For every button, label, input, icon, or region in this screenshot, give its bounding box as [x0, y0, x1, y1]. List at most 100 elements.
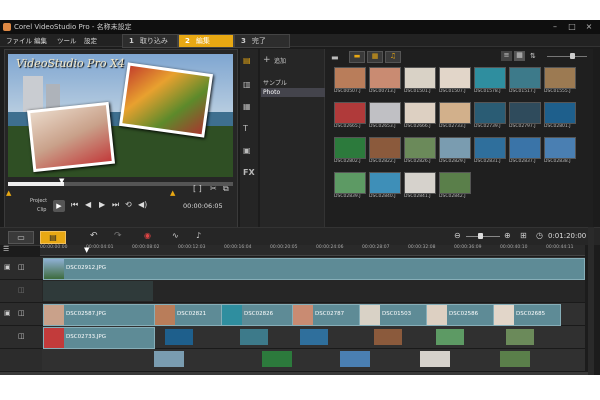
menu-edit[interactable]: 編集	[34, 35, 47, 45]
previous-frame-button[interactable]: ◀	[85, 200, 91, 209]
sort-icon[interactable]: ⇅	[530, 52, 536, 60]
media-thumbnail[interactable]: DSC02653.J	[369, 102, 403, 129]
menu-file[interactable]: ファイル	[6, 35, 32, 45]
media-thumbnail[interactable]: DSC02840.J	[369, 172, 403, 199]
media-thumbnail[interactable]: DSC02797.J	[509, 102, 543, 129]
auto-music-icon[interactable]: ♪	[196, 231, 201, 240]
timeline-clip[interactable]: DSC02821	[154, 304, 222, 326]
storyboard-view-button[interactable]: ▭	[8, 231, 34, 244]
timeline-clip[interactable]	[500, 351, 530, 367]
track-visibility-icon[interactable]: ◫	[18, 332, 25, 340]
timeline-clip[interactable]	[300, 329, 328, 345]
preview-timecode[interactable]: 00:00:06:05	[183, 202, 223, 210]
timeline-clip[interactable]	[436, 329, 464, 345]
enlarge-icon[interactable]: ⧉	[223, 184, 229, 194]
timeline-clip[interactable]	[240, 329, 268, 345]
trim-end-icon[interactable]: ▲	[170, 189, 175, 197]
track-visibility-icon[interactable]: ◫	[18, 309, 25, 317]
media-thumbnail[interactable]: DSC02666.J	[404, 102, 438, 129]
video-track-icon[interactable]: ▣	[4, 263, 11, 271]
media-thumbnail[interactable]: DSC02665.J	[334, 102, 368, 129]
project-duration[interactable]: 0:01:20:00	[548, 232, 586, 240]
media-thumbnail[interactable]: DSC01555.J	[544, 67, 578, 94]
timeline-ruler[interactable]: 00:00:00:00 00:00:04:01 00:00:08:02 00:00:1…	[40, 245, 585, 256]
next-frame-button[interactable]: ▶	[99, 200, 105, 209]
list-view-icon[interactable]: ≡	[501, 51, 512, 61]
timeline-scrollbar[interactable]	[588, 227, 594, 375]
overlay-track-icon[interactable]: ▣	[4, 309, 11, 317]
audio-filter-icon[interactable]: ♫	[385, 51, 401, 63]
sound-mixer-icon[interactable]: ∿	[172, 231, 179, 240]
media-thumbnail[interactable]: DSC01578.J	[474, 67, 508, 94]
undo-icon[interactable]: ↶	[90, 231, 98, 241]
timeline-clip[interactable]: DSC02826	[221, 304, 293, 326]
timeline-playhead-icon[interactable]: ▼	[84, 246, 89, 254]
cut-icon[interactable]: ✂	[210, 184, 217, 193]
track-visibility-icon[interactable]: ◫	[18, 263, 25, 271]
media-thumbnail[interactable]: DSC02841.J	[404, 172, 438, 199]
media-thumbnail[interactable]: DSC01517.J	[509, 67, 543, 94]
media-thumbnail[interactable]: DSC01501.J	[404, 67, 438, 94]
media-thumbnail[interactable]: DSC02733.J	[439, 102, 473, 129]
timeline-clip[interactable]	[340, 351, 370, 367]
media-category-icon[interactable]: ▤	[243, 56, 255, 66]
media-thumbnail[interactable]: DSC00713.J	[369, 67, 403, 94]
thumbnail-size-knob[interactable]	[570, 53, 575, 59]
timeline-clip[interactable]	[165, 329, 193, 345]
record-capture-icon[interactable]: ◉	[144, 231, 151, 240]
title-category-icon[interactable]: T	[243, 124, 255, 134]
end-button[interactable]: ⏭	[112, 200, 119, 210]
folder-icon[interactable]: ▬	[331, 53, 339, 62]
media-thumbnail[interactable]: DSC02842.J	[439, 172, 473, 199]
thumbnail-view-icon[interactable]: ▦	[514, 51, 525, 61]
timeline-clip[interactable]	[154, 351, 184, 367]
media-thumbnail[interactable]: DSC02831.J	[474, 137, 508, 164]
timeline-clip[interactable]: DSC02787	[292, 304, 360, 326]
timeline-clip[interactable]: DSC02733.JPG	[43, 327, 155, 349]
media-thumbnail[interactable]: DSC01507.J	[439, 67, 473, 94]
playhead-icon[interactable]: ▼	[59, 177, 64, 185]
track-visibility-icon[interactable]: ◫	[18, 286, 25, 294]
mode-project-label[interactable]: Project	[30, 198, 47, 204]
fit-project-icon[interactable]: ⊞	[520, 231, 527, 240]
thumbnail-size-slider[interactable]	[547, 56, 587, 57]
timeline-clip[interactable]	[262, 351, 292, 367]
media-thumbnail[interactable]: DSC00507.J	[334, 67, 368, 94]
media-thumbnail[interactable]: DSC02802.J	[334, 137, 368, 164]
timeline-clip[interactable]: DSC01503	[359, 304, 427, 326]
timeline-clip[interactable]: DSC02587.JPG	[43, 304, 155, 326]
media-thumbnail[interactable]: DSC02801.J	[544, 102, 578, 129]
timeline-clip[interactable]: DSC02685	[493, 304, 561, 326]
photo-filter-icon[interactable]: ▦	[367, 51, 383, 63]
menu-settings[interactable]: 設定	[84, 35, 97, 45]
track-manager-icon[interactable]: ☰	[3, 245, 9, 253]
step-capture-tab[interactable]: 1 取り込み	[122, 34, 178, 48]
transition-category-icon[interactable]: ▦	[243, 102, 255, 112]
repeat-button[interactable]: ⟲	[125, 200, 132, 209]
zoom-out-icon[interactable]: ⊖	[454, 231, 461, 240]
minimize-button[interactable]: –	[548, 21, 562, 32]
media-thumbnail[interactable]: DSC02822.J	[369, 137, 403, 164]
video-filter-icon[interactable]: ▬	[349, 51, 365, 63]
timeline-clip[interactable]: DSC02912.JPG	[43, 258, 585, 280]
media-thumbnail[interactable]: DSC02826.J	[404, 137, 438, 164]
instant-project-icon[interactable]: ▥	[243, 80, 255, 90]
add-icon[interactable]: +	[263, 55, 271, 65]
folder-sample[interactable]: サンプル	[263, 78, 321, 87]
timeline-clip[interactable]	[506, 329, 534, 345]
play-button[interactable]: ▶	[53, 200, 65, 212]
step-share-tab[interactable]: 3 完了	[234, 34, 290, 48]
timeline-clip[interactable]	[420, 351, 450, 367]
volume-button[interactable]: ◀)	[138, 200, 147, 209]
media-thumbnail[interactable]: DSC02837.J	[509, 137, 543, 164]
timeline-clip[interactable]: DSC02586	[426, 304, 494, 326]
folder-photo[interactable]: Photo	[261, 88, 325, 97]
step-edit-tab[interactable]: 2 編集	[178, 34, 234, 48]
mark-in-out-icon[interactable]: [ ]	[193, 184, 202, 193]
filter-category-icon[interactable]: FX	[243, 168, 255, 178]
zoom-slider[interactable]	[466, 236, 500, 237]
timeline-clip[interactable]	[374, 329, 402, 345]
trim-start-icon[interactable]: ▲	[6, 189, 11, 197]
timeline-view-button[interactable]: ▤	[40, 231, 66, 244]
media-thumbnail[interactable]: DSC02839.J	[334, 172, 368, 199]
